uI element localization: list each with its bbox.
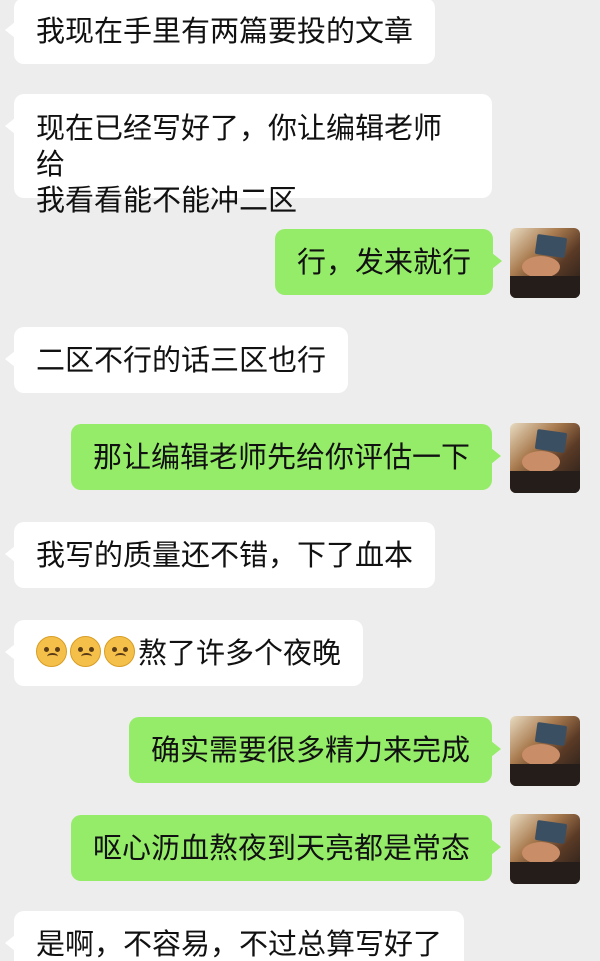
- avatar-shadow: [510, 862, 580, 884]
- message-bubble-incoming-4[interactable]: 我写的质量还不错，下了血本: [4, 522, 436, 588]
- avatar-face: [522, 451, 560, 473]
- crying-face-icon: [104, 636, 135, 667]
- message-bubble-incoming-6[interactable]: 是啊，不容易，不过总算写好了: [4, 911, 465, 961]
- avatar-detail: [534, 429, 568, 453]
- message-bubble-incoming-3[interactable]: 二区不行的话三区也行: [4, 327, 349, 393]
- message-text: 呕心沥血熬夜到天亮都是常态: [93, 831, 471, 865]
- message-text-line-2: 我看看能不能冲二区: [36, 183, 298, 217]
- message-bubble-outgoing-2[interactable]: 那让编辑老师先给你评估一下: [71, 424, 502, 490]
- message-bubble-incoming-1[interactable]: 我现在手里有两篇要投的文章: [4, 0, 436, 64]
- message-bubble-outgoing-4[interactable]: 呕心沥血熬夜到天亮都是常态: [71, 815, 502, 881]
- message-bubble-incoming-5[interactable]: 熬了许多个夜晚: [4, 620, 364, 686]
- avatar-face: [522, 744, 560, 766]
- avatar-shadow: [510, 276, 580, 298]
- avatar-detail: [534, 234, 568, 258]
- message-bubble-outgoing-1[interactable]: 行，发来就行: [275, 229, 503, 295]
- crying-face-icon: [36, 636, 67, 667]
- message-text: 熬了许多个夜晚: [138, 636, 342, 670]
- message-text: 那让编辑老师先给你评估一下: [93, 440, 471, 474]
- message-text: 是啊，不容易，不过总算写好了: [36, 927, 443, 961]
- avatar[interactable]: [510, 814, 580, 884]
- avatar[interactable]: [510, 716, 580, 786]
- message-text-line-1: 现在已经写好了，你让编辑老师给: [36, 111, 443, 181]
- avatar-detail: [534, 722, 568, 746]
- avatar-shadow: [510, 471, 580, 493]
- avatar[interactable]: [510, 423, 580, 493]
- chat-area[interactable]: 我现在手里有两篇要投的文章 现在已经写好了，你让编辑老师给 我看看能不能冲二区 …: [0, 0, 600, 961]
- avatar-detail: [534, 820, 568, 844]
- message-bubble-incoming-2[interactable]: 现在已经写好了，你让编辑老师给 我看看能不能冲二区: [5, 94, 492, 217]
- message-text: 行，发来就行: [297, 245, 472, 279]
- message-text: 我现在手里有两篇要投的文章: [36, 14, 414, 48]
- message-text: 确实需要很多精力来完成: [151, 733, 471, 767]
- avatar-face: [522, 256, 560, 278]
- message-text: 二区不行的话三区也行: [36, 343, 327, 377]
- message-text: 我写的质量还不错，下了血本: [36, 538, 414, 572]
- avatar[interactable]: [510, 228, 580, 298]
- crying-face-icon: [70, 636, 101, 667]
- avatar-shadow: [510, 764, 580, 786]
- message-bubble-outgoing-3[interactable]: 确实需要很多精力来完成: [129, 717, 502, 783]
- avatar-face: [522, 842, 560, 864]
